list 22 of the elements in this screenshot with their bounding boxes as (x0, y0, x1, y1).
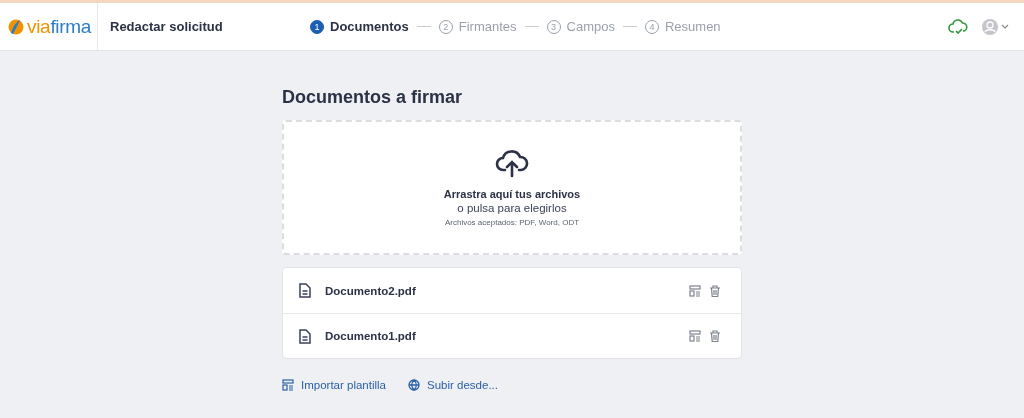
file-dropzone[interactable]: Arrastra aquí tus archivos o pulsa para elegirlos Archivos aceptados: PDF, Word, ODT (282, 120, 742, 255)
section-heading: Documentos a firmar (282, 87, 464, 108)
template-icon[interactable] (282, 379, 294, 391)
file-name: Documento1.pdf (325, 330, 416, 342)
document-icon (299, 283, 311, 298)
viafirma-logo[interactable]: viafirma (0, 3, 98, 50)
template-icon[interactable] (689, 330, 701, 342)
dropzone-title: Arrastra aquí tus archivos (443, 188, 581, 200)
file-name: Documento2.pdf (325, 284, 416, 297)
trash-icon[interactable] (709, 284, 721, 297)
cloud-check-icon[interactable] (948, 18, 968, 35)
action-link[interactable]: Importar plantilla (282, 379, 386, 391)
action-link[interactable]: Subir desde... (408, 379, 498, 391)
document-icon (299, 328, 311, 344)
page-title: Redactar solicitud (110, 19, 224, 34)
cloud-upload-icon (495, 148, 529, 178)
dropzone-subtitle: o pulsa para elegirlos (457, 202, 567, 214)
template-icon[interactable] (689, 284, 701, 297)
accepted-formats-hint: Archivos aceptados: PDF, Word, ODT (444, 218, 580, 227)
globe-icon (408, 379, 420, 391)
step-tab[interactable]: 1 Documentos (310, 19, 409, 34)
trash-icon[interactable] (709, 330, 721, 342)
